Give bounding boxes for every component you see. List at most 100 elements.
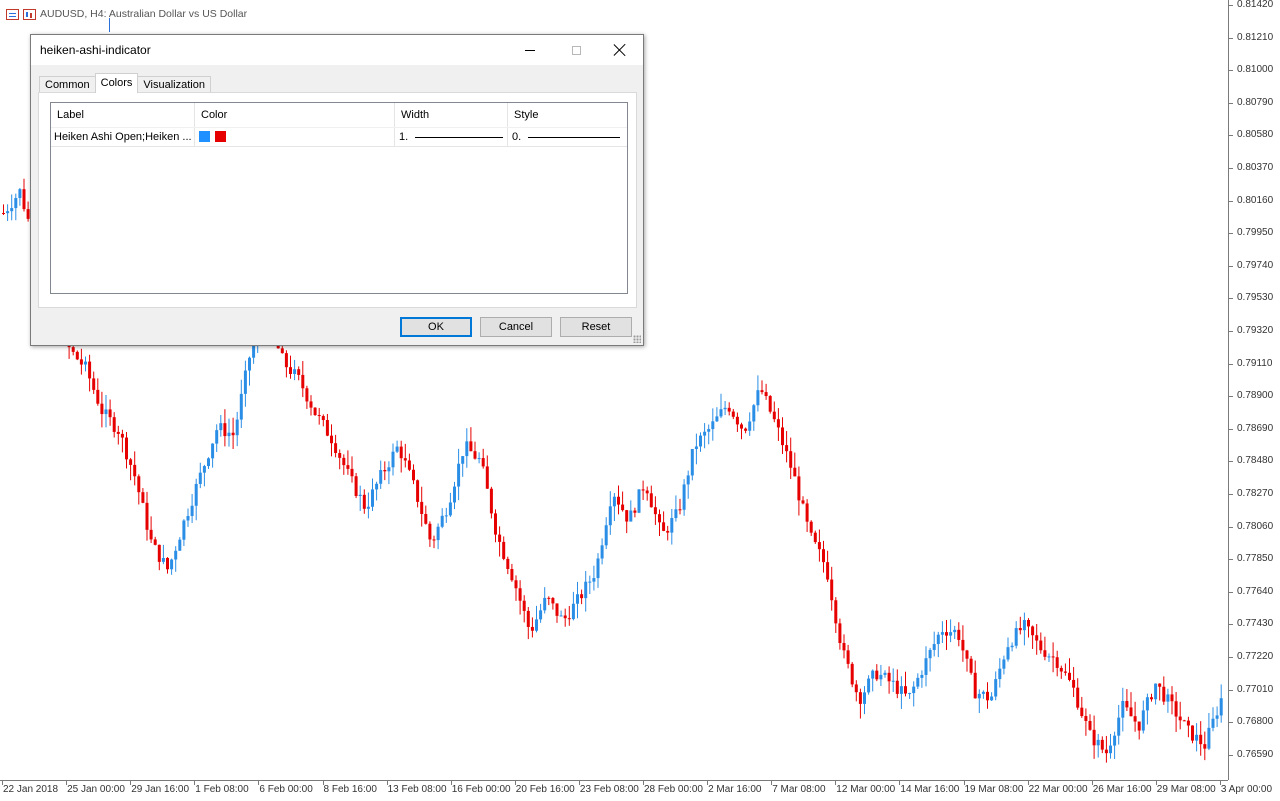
candle-body: [170, 559, 174, 570]
candle-body: [686, 475, 690, 485]
table-row[interactable]: Heiken Ashi Open;Heiken ... 1. 0.: [51, 127, 627, 147]
color-swatch-down[interactable]: [215, 130, 227, 142]
candle-body: [22, 189, 26, 210]
candle-body: [817, 542, 821, 550]
tab-visualization[interactable]: Visualization: [137, 76, 211, 93]
candle-body: [567, 618, 571, 620]
price-tick: [1229, 526, 1233, 528]
candle-body: [223, 423, 227, 437]
candle-body: [1010, 645, 1014, 648]
candle-body: [330, 435, 333, 444]
candle-body: [1129, 707, 1133, 717]
close-button[interactable]: [597, 35, 643, 65]
column-header-style[interactable]: Style: [508, 103, 627, 127]
candle-body: [194, 483, 198, 506]
column-header-color[interactable]: Color: [195, 103, 395, 127]
row-color-cell[interactable]: [195, 128, 395, 147]
color-swatch-up[interactable]: [199, 130, 210, 142]
minimize-button[interactable]: [507, 35, 553, 65]
candle-body: [563, 615, 567, 619]
price-tick: [1229, 331, 1233, 332]
resize-grip-icon[interactable]: [633, 335, 641, 343]
candle-body: [1178, 716, 1182, 721]
candle-body: [403, 458, 407, 461]
candle-body: [748, 421, 752, 431]
candle-body: [772, 411, 776, 420]
column-header-label[interactable]: Label: [51, 103, 195, 127]
candle-body: [883, 672, 887, 675]
chart-menu-icon[interactable]: [6, 8, 19, 20]
candle-body: [1203, 744, 1207, 749]
candle-body: [502, 541, 506, 559]
column-header-width[interactable]: Width: [395, 103, 508, 127]
time-label: 22 Mar 00:00: [1028, 784, 1088, 795]
time-label: 23 Feb 08:00: [579, 784, 639, 795]
price-tick: [1229, 298, 1233, 300]
row-width-cell[interactable]: 1.: [395, 128, 508, 147]
price-axis[interactable]: 0.81420 0.81210 0.81000 0.80790 0.80580 0.803…: [1228, 0, 1280, 780]
candle-body: [908, 693, 912, 695]
candle-body: [96, 389, 100, 404]
row-label[interactable]: Heiken Ashi Open;Heiken ...: [51, 128, 195, 147]
price-tick: [1229, 5, 1233, 6]
candle-body: [850, 663, 854, 685]
candle-body: [141, 492, 145, 503]
candle-body: [678, 509, 682, 511]
candle-body: [379, 470, 383, 484]
candle-body: [153, 539, 157, 545]
candle-body: [535, 619, 538, 631]
reset-button[interactable]: Reset: [560, 317, 632, 337]
candle-body: [973, 672, 977, 699]
price-tick: [1229, 428, 1233, 430]
candle-body: [186, 515, 190, 521]
candle-body: [416, 480, 420, 502]
candle-body: [662, 522, 666, 531]
candle-body: [875, 670, 879, 680]
candle-body: [981, 691, 985, 694]
time-label: 3 Apr 00:00: [1220, 784, 1273, 795]
candle-body: [334, 443, 338, 454]
candle-body: [412, 469, 415, 481]
price-tick: [1229, 168, 1233, 169]
maximize-icon: [571, 45, 581, 55]
candle-body: [112, 417, 116, 432]
candle-body: [1207, 727, 1211, 749]
candle-body: [965, 650, 969, 659]
candle-body: [813, 532, 817, 543]
minimize-icon: [525, 49, 535, 51]
ok-button[interactable]: OK: [400, 317, 472, 337]
price-tick: [1229, 657, 1233, 658]
price-tick: [1229, 265, 1233, 267]
cancel-button[interactable]: Cancel: [480, 317, 552, 337]
tab-colors[interactable]: Colors: [94, 73, 139, 93]
candle-body: [530, 626, 534, 631]
maximize-button[interactable]: [553, 35, 599, 65]
time-label: 2 Mar 16:00: [708, 784, 762, 795]
candle-body: [1162, 686, 1166, 702]
candle-body: [1195, 734, 1199, 741]
candle-body: [436, 526, 440, 541]
price-label: 0.79110: [1237, 357, 1273, 369]
candle-body: [1043, 650, 1047, 657]
candle-body: [346, 465, 350, 469]
candle-body: [14, 198, 18, 209]
candle-body: [703, 431, 707, 436]
time-label: 29 Mar 08:00: [1156, 784, 1216, 795]
time-axis[interactable]: 22 Jan 2018 25 Jan 00:00 29 Jan 16:00 1 Feb…: [0, 780, 1272, 801]
candle-body: [1059, 667, 1063, 672]
time-label: 8 Feb 16:00: [323, 784, 377, 795]
candle-body: [822, 549, 825, 563]
tab-common[interactable]: Common: [39, 76, 96, 93]
style-line-sample: [528, 136, 621, 138]
price-label: 0.78480: [1237, 455, 1274, 467]
row-style-cell[interactable]: 0.: [508, 128, 627, 147]
candle-body: [547, 597, 551, 599]
candle-body: [473, 451, 477, 459]
candle-body: [391, 451, 395, 468]
price-label: 0.81210: [1237, 31, 1274, 43]
candle-body: [899, 686, 903, 694]
indicator-icon[interactable]: [23, 8, 36, 20]
candle-body: [690, 449, 694, 476]
dialog-titlebar[interactable]: heiken-ashi-indicator: [31, 35, 643, 65]
candle-body: [957, 629, 961, 640]
